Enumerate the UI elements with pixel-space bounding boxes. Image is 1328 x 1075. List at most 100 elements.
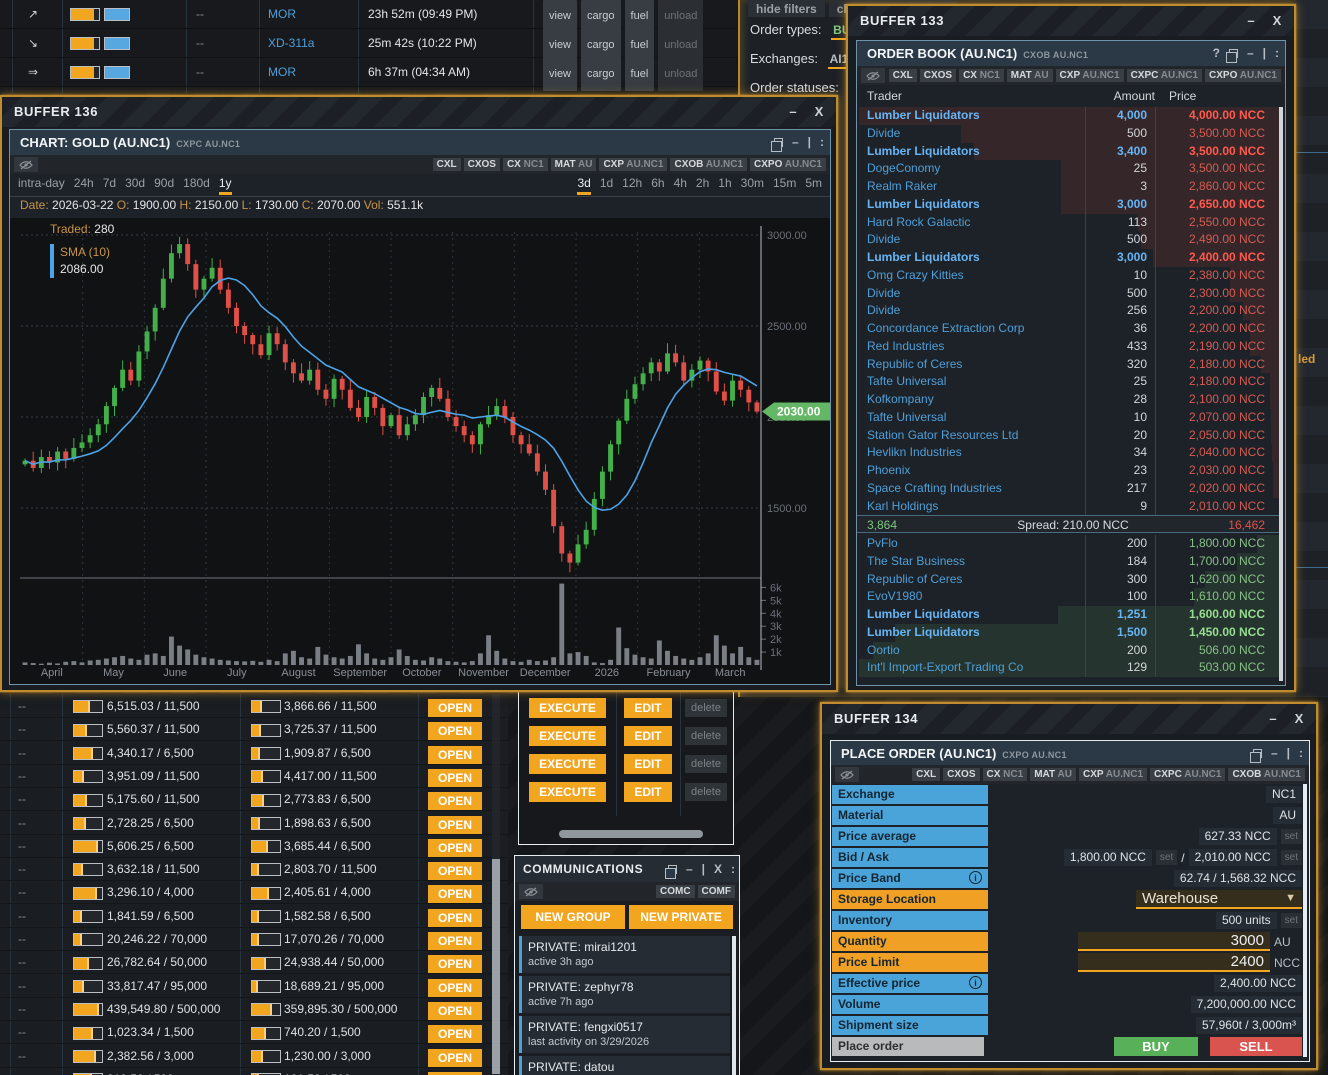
close-icon[interactable]: X xyxy=(1288,704,1310,734)
trader-link[interactable]: EvoV1980 xyxy=(857,588,1085,606)
candle-interval-12h[interactable]: 12h xyxy=(622,176,642,195)
trader-link[interactable]: Lumber Liquidators xyxy=(857,107,1085,125)
edit-button[interactable]: EDIT xyxy=(624,754,672,774)
trader-link[interactable]: Red Industries xyxy=(857,338,1085,356)
command-tag-cxpo-au-nc1[interactable]: CXPO AU.NC1 xyxy=(750,158,826,171)
command-tag-cxl[interactable]: CXL xyxy=(433,158,461,171)
trader-link[interactable]: The Star Business xyxy=(857,553,1085,571)
candle-interval-15m[interactable]: 15m xyxy=(773,176,796,195)
execute-button[interactable]: EXECUTE xyxy=(529,754,606,774)
minimize-icon[interactable]: – xyxy=(792,130,799,155)
horizontal-scrollbar[interactable] xyxy=(559,830,703,838)
execute-button[interactable]: EXECUTE xyxy=(529,698,606,718)
trader-link[interactable]: Divide xyxy=(857,302,1085,320)
info-icon[interactable]: i xyxy=(969,976,982,989)
new-private-button[interactable]: NEW PRIVATE xyxy=(629,905,733,929)
trader-link[interactable]: Kofkompany xyxy=(857,391,1085,409)
trader-link[interactable]: Tafte Universal xyxy=(857,409,1085,427)
minimize-icon[interactable]: – xyxy=(1271,741,1278,766)
open-button[interactable]: OPEN xyxy=(428,885,482,903)
buy-button[interactable]: BUY xyxy=(1114,1037,1198,1056)
trader-link[interactable]: Lumber Liquidators xyxy=(857,196,1085,214)
candle-interval-1d[interactable]: 1d xyxy=(600,176,613,195)
sell-button[interactable]: SELL xyxy=(1210,1037,1302,1056)
open-button[interactable]: OPEN xyxy=(428,816,482,834)
timeframe-7d[interactable]: 7d xyxy=(103,176,116,195)
delete-button[interactable]: delete xyxy=(685,783,727,801)
destination-link[interactable]: MOR xyxy=(268,58,296,87)
trader-link[interactable]: Space Crafting Industries xyxy=(857,480,1085,498)
destination-link[interactable]: MOR xyxy=(268,0,296,29)
command-tag-mat-au[interactable]: MAT AU xyxy=(1030,768,1076,781)
scrollbar-thumb[interactable] xyxy=(1303,784,1307,1057)
hidden-eye-icon[interactable] xyxy=(861,68,885,83)
command-tag-cxl[interactable]: CXL xyxy=(912,768,940,781)
destination-link[interactable]: XD-311a xyxy=(268,29,314,58)
hidden-eye-icon[interactable] xyxy=(14,157,38,172)
hidden-eye-icon[interactable] xyxy=(519,884,543,899)
trader-link[interactable]: Republic of Ceres xyxy=(857,571,1085,589)
command-tag-mat-au[interactable]: MAT AU xyxy=(1007,69,1053,82)
fuel-button[interactable]: fuel xyxy=(625,58,655,91)
minimize-icon[interactable]: – xyxy=(1247,41,1254,66)
timeframe-180d[interactable]: 180d xyxy=(183,176,210,195)
close-icon[interactable]: X xyxy=(714,862,722,876)
info-icon[interactable]: i xyxy=(969,871,982,884)
set-button[interactable]: set xyxy=(1281,913,1302,928)
scrollbar-thumb[interactable] xyxy=(492,859,500,1074)
cargo-button[interactable]: cargo xyxy=(581,58,621,91)
command-tag-cxp-au-nc1[interactable]: CXP AU.NC1 xyxy=(599,158,667,171)
trader-link[interactable]: Divide xyxy=(857,231,1085,249)
price-limit-input[interactable]: 2400 xyxy=(1078,953,1270,972)
split-icon[interactable]: | xyxy=(1263,41,1266,66)
duplicate-window-icon[interactable] xyxy=(1229,49,1238,58)
open-button[interactable]: OPEN xyxy=(428,862,482,880)
conversation-item[interactable]: PRIVATE: zephyr78active 7h ago xyxy=(519,976,730,1013)
scrollbar-thumb[interactable] xyxy=(1279,107,1283,681)
edit-button[interactable]: EDIT xyxy=(624,726,672,746)
command-tag-cxp-au-nc1[interactable]: CXP AU.NC1 xyxy=(1056,69,1124,82)
open-button[interactable]: OPEN xyxy=(428,769,482,787)
minimize-icon[interactable]: – xyxy=(782,97,804,127)
candle-interval-5m[interactable]: 5m xyxy=(805,176,822,195)
close-icon[interactable]: X xyxy=(808,97,830,127)
trader-link[interactable]: Oortio xyxy=(857,642,1085,660)
menu-icon[interactable]: : xyxy=(820,130,824,155)
command-tag-cxob-au-nc1[interactable]: CXOB AU.NC1 xyxy=(670,158,747,171)
trader-link[interactable]: Republic of Ceres xyxy=(857,356,1085,374)
candle-interval-3d[interactable]: 3d xyxy=(577,176,590,195)
scrollbar-track[interactable] xyxy=(492,694,500,1075)
menu-icon[interactable]: : xyxy=(731,862,735,876)
candle-interval-4h[interactable]: 4h xyxy=(674,176,687,195)
quantity-input[interactable]: 3000 xyxy=(1078,932,1270,951)
open-button[interactable]: OPEN xyxy=(428,955,482,973)
timeframe-24h[interactable]: 24h xyxy=(74,176,94,195)
help-icon[interactable]: ? xyxy=(1213,41,1220,66)
command-tag-mat-au[interactable]: MAT AU xyxy=(551,158,597,171)
command-tag-cxos[interactable]: CXOS xyxy=(464,158,500,171)
scrollbar-thumb[interactable] xyxy=(732,936,736,1075)
candle-interval-30m[interactable]: 30m xyxy=(741,176,764,195)
command-tag-cx-nc1[interactable]: CX NC1 xyxy=(503,158,548,171)
trader-link[interactable]: PvFlo xyxy=(857,535,1085,553)
open-button[interactable]: OPEN xyxy=(428,792,482,810)
trader-link[interactable]: Hard Rock Galactic xyxy=(857,214,1085,232)
timeframe-intra-day[interactable]: intra-day xyxy=(18,176,65,195)
minimize-icon[interactable]: – xyxy=(686,862,693,876)
minimize-icon[interactable]: – xyxy=(1262,704,1284,734)
open-button[interactable]: OPEN xyxy=(428,1049,482,1067)
trader-link[interactable]: DogeConomy xyxy=(857,160,1085,178)
timeframe-90d[interactable]: 90d xyxy=(154,176,174,195)
command-tag-cxos[interactable]: CXOS xyxy=(920,69,956,82)
minimize-icon[interactable]: – xyxy=(1240,6,1262,36)
open-button[interactable]: OPEN xyxy=(428,746,482,764)
duplicate-window-icon[interactable] xyxy=(1253,749,1262,758)
command-tag-cxpo-au-nc1[interactable]: CXPO AU.NC1 xyxy=(1205,69,1281,82)
command-tag-cxos[interactable]: CXOS xyxy=(943,768,979,781)
set-button[interactable]: set xyxy=(1281,829,1302,844)
candle-interval-2h[interactable]: 2h xyxy=(696,176,709,195)
trader-link[interactable]: Int'l Import-Export Trading Co xyxy=(857,659,1085,677)
split-icon[interactable]: | xyxy=(1287,741,1290,766)
conversation-item[interactable]: PRIVATE: fengxi0517last activity on 3/29… xyxy=(519,1016,730,1053)
conversation-item[interactable]: PRIVATE: datoulast activity on 3/29/2026 xyxy=(519,1056,730,1075)
